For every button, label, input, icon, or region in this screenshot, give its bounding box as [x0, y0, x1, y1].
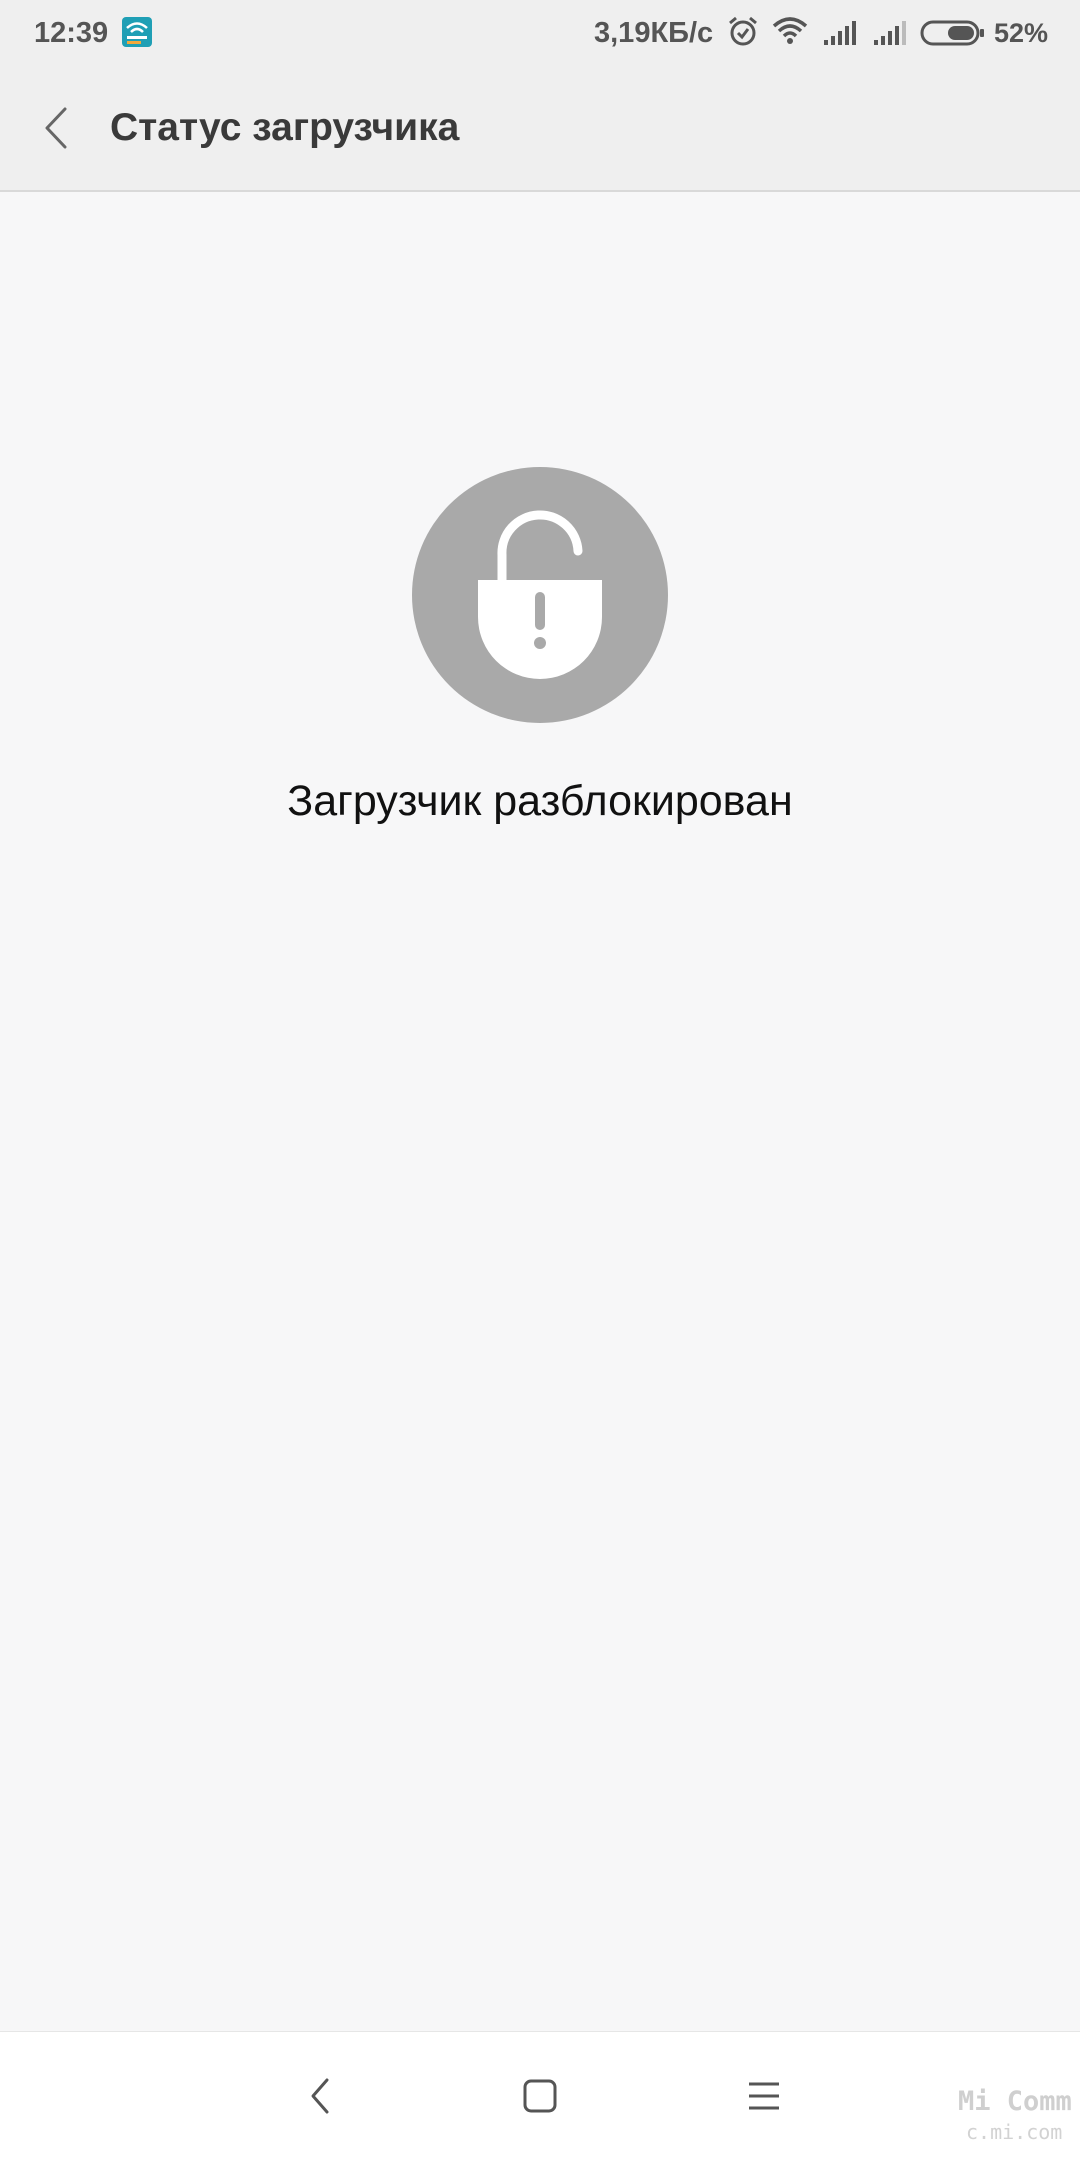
wifi-notes-app-icon	[122, 17, 152, 47]
battery-percent: 52%	[994, 18, 1049, 48]
back-button[interactable]	[30, 96, 82, 160]
battery-icon	[920, 20, 984, 46]
network-speed: 3,19КБ/с	[594, 17, 714, 49]
watermark: Mi Comm	[958, 2086, 1072, 2117]
status-bar: 12:39 3,19КБ/с 52%	[0, 0, 1080, 66]
back-icon	[311, 2078, 329, 2114]
menu-icon	[749, 2082, 779, 2110]
nav-menu-button[interactable]	[732, 2064, 796, 2128]
status-time: 12:39	[34, 17, 109, 49]
watermark-url: c.mi.com	[966, 2120, 1063, 2144]
home-icon	[523, 2079, 557, 2113]
title-bar: Статус загрузчика	[0, 66, 1080, 192]
nav-home-button[interactable]	[508, 2064, 572, 2128]
unlocked-padlock-icon	[478, 510, 602, 679]
navigation-bar	[0, 2031, 1080, 2160]
signal-icon	[824, 21, 856, 45]
bootloader-status-message: Загрузчик разблокирован	[287, 777, 793, 825]
nav-back-button[interactable]	[288, 2064, 352, 2128]
chevron-left-icon	[45, 107, 67, 149]
screen: 12:39 3,19КБ/с 52% Статус загрузчика Заг…	[0, 0, 1080, 2160]
signal-icon	[874, 21, 906, 45]
page-title: Статус загрузчика	[110, 106, 460, 149]
lock-status-circle	[412, 467, 668, 723]
wifi-icon	[772, 17, 808, 44]
alarm-icon	[729, 16, 757, 46]
